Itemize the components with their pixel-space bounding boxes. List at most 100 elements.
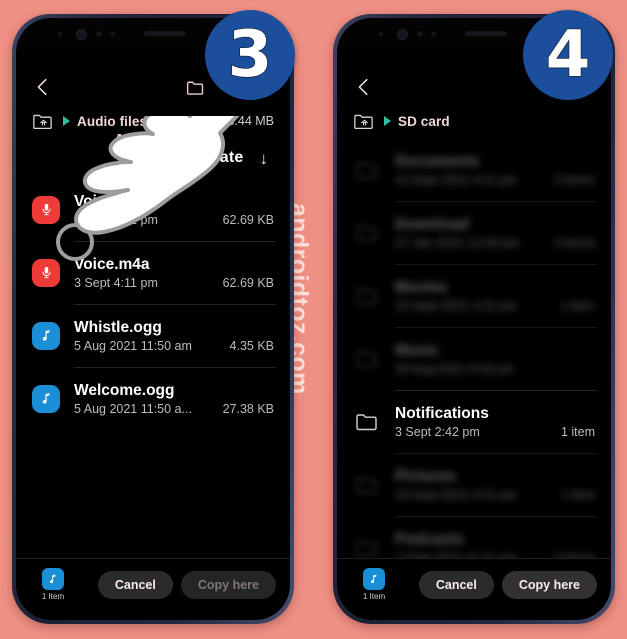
folder-name: Download <box>395 215 470 233</box>
sensor-dot-icon <box>96 31 102 37</box>
file-date: 3 Sept 4:11 pm <box>74 213 158 228</box>
file-size: 62.69 KB <box>222 276 274 291</box>
cancel-button[interactable]: Cancel <box>97 570 173 599</box>
folder-row[interactable]: Pictures 10 Sept 2021 4:11 pm 1 item <box>337 453 611 516</box>
file-subtitle: 3 Sept 4:11 pm 62.69 KB <box>74 213 274 227</box>
chevron-left-icon[interactable] <box>353 76 375 98</box>
file-date: 5 Aug 2021 11:50 a... <box>74 402 192 417</box>
front-camera-icon <box>397 29 408 40</box>
copy-here-button[interactable]: Copy here <box>501 570 597 599</box>
create-folder-icon[interactable] <box>185 77 206 98</box>
sensor-dot-icon <box>58 32 62 36</box>
breadcrumb-caret-icon <box>384 116 391 126</box>
bottom-buttons: Cancel Copy here <box>418 570 597 599</box>
folder-row[interactable]: Download 27 Jan 2021 12:09 pm 0 items <box>337 201 611 264</box>
file-subtitle: 7 Sept 2021 11:21 pm 0 items <box>395 551 595 558</box>
chevron-left-icon[interactable] <box>32 76 54 98</box>
clipboard-chip[interactable]: 1 Item <box>30 568 76 601</box>
home-folder-icon[interactable] <box>353 112 374 131</box>
folder-item-count: 1 item <box>560 425 595 440</box>
folder-row-notifications[interactable]: Notifications 3 Sept 2:42 pm 1 item <box>337 390 611 453</box>
file-row[interactable]: Whistle.ogg 5 Aug 2021 11:50 am 4.35 KB <box>16 304 290 367</box>
sort-field-label[interactable]: Date <box>208 149 243 167</box>
phone-screen-left: Audio files 16.44 MB Date ↓ Voice.m4a 3 … <box>16 18 290 620</box>
file-name: Welcome.ogg <box>74 381 175 399</box>
breadcrumb-label[interactable]: SD card <box>398 114 450 129</box>
folder-row[interactable]: Podcasts 7 Sept 2021 11:21 pm 0 items <box>337 516 611 558</box>
clipboard-count-label: 1 Item <box>362 592 386 601</box>
folder-item-count: 0 items <box>555 551 595 558</box>
breadcrumb-label[interactable]: Audio files <box>77 114 147 129</box>
step-badge-4: 4 <box>523 10 613 100</box>
file-row[interactable]: Voice.m4a 3 Sept 4:11 pm 62.69 KB <box>16 241 290 304</box>
clipboard-count-label: 1 Item <box>41 592 65 601</box>
cancel-button[interactable]: Cancel <box>418 570 494 599</box>
folder-icon <box>353 472 381 498</box>
file-meta: Voice.m4a 3 Sept 4:11 pm 62.69 KB <box>74 192 274 227</box>
sort-row[interactable]: Date ↓ <box>16 138 290 178</box>
file-meta: Movies 10 Sept 2021 4:11 pm 1 item <box>395 278 595 313</box>
music-note-icon <box>42 568 64 590</box>
file-meta: Music 20 Aug 2021 9:16 pm <box>395 341 595 376</box>
folder-item-count: 1 item <box>560 488 595 503</box>
folder-date: 10 Sept 2021 4:11 pm <box>395 173 518 188</box>
file-subtitle: 5 Aug 2021 11:50 a... 27.38 KB <box>74 402 274 416</box>
folder-row[interactable]: Documents 10 Sept 2021 4:11 pm 0 items <box>337 138 611 201</box>
breadcrumb-caret-icon <box>63 116 70 126</box>
file-size: 4.35 KB <box>229 339 274 354</box>
breadcrumb-right: SD card <box>337 104 611 138</box>
step-number: 3 <box>227 18 273 92</box>
folder-date: 20 Aug 2021 9:16 pm <box>395 362 514 377</box>
file-meta: Welcome.ogg 5 Aug 2021 11:50 a... 27.38 … <box>74 381 274 416</box>
file-meta: Notifications 3 Sept 2:42 pm 1 item <box>395 404 595 439</box>
folder-row[interactable]: Music 20 Aug 2021 9:16 pm <box>337 327 611 390</box>
bottom-action-bar-right: 1 Item Cancel Copy here <box>337 558 611 620</box>
file-list-left[interactable]: Voice.m4a 3 Sept 4:11 pm 62.69 KB Voice.… <box>16 178 290 558</box>
sensor-dot-icon <box>417 31 423 37</box>
bottom-action-bar-left: 1 Item Cancel Copy here <box>16 558 290 620</box>
phone-device-step-4: SD card Documents 10 Sept 2021 4:11 pm 0… <box>333 14 615 624</box>
folder-icon <box>353 220 381 246</box>
file-subtitle: 10 Sept 2021 4:11 pm 1 item <box>395 299 595 313</box>
file-meta: Download 27 Jan 2021 12:09 pm 0 items <box>395 215 595 250</box>
file-meta: Documents 10 Sept 2021 4:11 pm 0 items <box>395 152 595 187</box>
file-meta: Podcasts 7 Sept 2021 11:21 pm 0 items <box>395 530 595 558</box>
phone-device-step-3: Audio files 16.44 MB Date ↓ Voice.m4a 3 … <box>12 14 294 624</box>
phone-screen-right: SD card Documents 10 Sept 2021 4:11 pm 0… <box>337 18 611 620</box>
home-folder-icon[interactable] <box>32 112 53 131</box>
sensor-dot-icon <box>379 32 383 36</box>
microphone-icon <box>32 195 60 224</box>
folder-item-count: 0 items <box>554 173 595 188</box>
file-subtitle: 3 Sept 2:42 pm 1 item <box>395 425 595 439</box>
file-date: 3 Sept 4:11 pm <box>74 276 158 291</box>
copy-here-button[interactable]: Copy here <box>180 570 276 599</box>
sensor-dot-icon <box>110 32 115 37</box>
folder-size-label: 16.44 MB <box>220 114 274 128</box>
folder-name: Documents <box>395 152 480 170</box>
folder-date: 10 Sept 2021 4:11 pm <box>395 488 518 503</box>
arrow-down-icon[interactable]: ↓ <box>260 150 269 167</box>
folder-row[interactable]: Movies 10 Sept 2021 4:11 pm 1 item <box>337 264 611 327</box>
music-note-icon <box>363 568 385 590</box>
file-meta: Pictures 10 Sept 2021 4:11 pm 1 item <box>395 467 595 502</box>
file-list-right[interactable]: Documents 10 Sept 2021 4:11 pm 0 items D… <box>337 138 611 558</box>
folder-item-count: 1 item <box>560 299 595 314</box>
file-name: Whistle.ogg <box>74 318 162 336</box>
clipboard-chip[interactable]: 1 Item <box>351 568 397 601</box>
file-name: Voice.m4a <box>74 192 150 210</box>
file-subtitle: 10 Sept 2021 4:11 pm 1 item <box>395 488 595 502</box>
music-note-icon <box>32 321 60 350</box>
phone-screen-bezel: Audio files 16.44 MB Date ↓ Voice.m4a 3 … <box>16 18 290 620</box>
earpiece-speaker-icon <box>465 31 507 36</box>
sensor-dot-icon <box>431 32 436 37</box>
file-subtitle: 20 Aug 2021 9:16 pm <box>395 362 595 376</box>
folder-name: Pictures <box>395 467 457 485</box>
file-row[interactable]: Welcome.ogg 5 Aug 2021 11:50 a... 27.38 … <box>16 367 290 430</box>
folder-icon <box>353 157 381 183</box>
folder-date: 10 Sept 2021 4:11 pm <box>395 299 518 314</box>
file-subtitle: 10 Sept 2021 4:11 pm 0 items <box>395 173 595 187</box>
front-camera-icon <box>76 29 87 40</box>
step-number: 4 <box>545 18 591 92</box>
folder-name: Podcasts <box>395 530 464 548</box>
file-row[interactable]: Voice.m4a 3 Sept 4:11 pm 62.69 KB <box>16 178 290 241</box>
